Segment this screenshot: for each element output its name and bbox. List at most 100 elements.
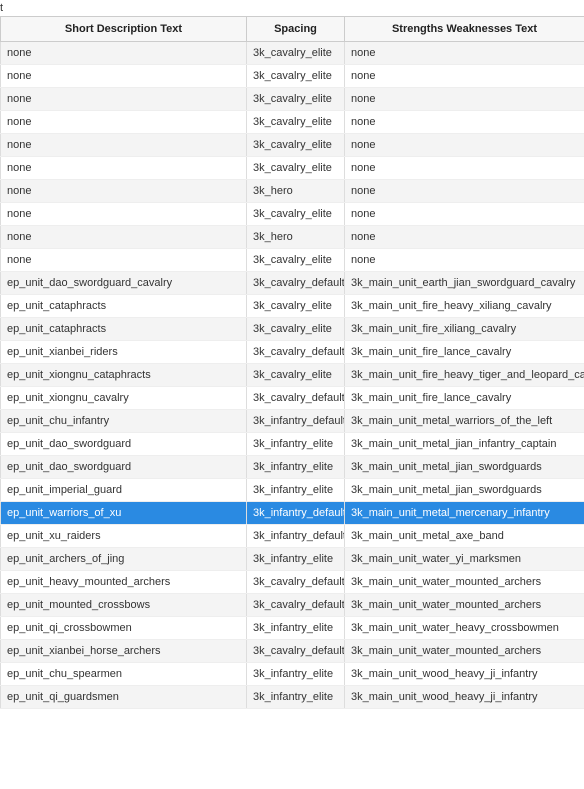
table-row[interactable]: none3k_cavalry_elitenone xyxy=(1,249,584,272)
cell-spacing[interactable]: 3k_infantry_elite xyxy=(247,456,345,479)
cell-spacing[interactable]: 3k_cavalry_elite xyxy=(247,134,345,157)
cell-spacing[interactable]: 3k_cavalry_default xyxy=(247,571,345,594)
table-row[interactable]: none3k_heronone xyxy=(1,180,584,203)
cell-spacing[interactable]: 3k_cavalry_default xyxy=(247,341,345,364)
cell-spacing[interactable]: 3k_cavalry_elite xyxy=(247,42,345,65)
cell-short-description[interactable]: ep_unit_chu_infantry xyxy=(1,410,247,433)
cell-spacing[interactable]: 3k_hero xyxy=(247,180,345,203)
table-row[interactable]: ep_unit_dao_swordguard_cavalry3k_cavalry… xyxy=(1,272,584,295)
cell-strengths-weaknesses[interactable]: none xyxy=(345,203,584,226)
cell-short-description[interactable]: ep_unit_dao_swordguard xyxy=(1,433,247,456)
cell-short-description[interactable]: none xyxy=(1,180,247,203)
cell-strengths-weaknesses[interactable]: none xyxy=(345,157,584,180)
cell-short-description[interactable]: ep_unit_xianbei_horse_archers xyxy=(1,640,247,663)
cell-spacing[interactable]: 3k_infantry_elite xyxy=(247,663,345,686)
cell-strengths-weaknesses[interactable]: 3k_main_unit_water_mounted_archers xyxy=(345,594,584,617)
cell-short-description[interactable]: ep_unit_cataphracts xyxy=(1,295,247,318)
cell-strengths-weaknesses[interactable]: none xyxy=(345,249,584,272)
table-row[interactable]: ep_unit_dao_swordguard3k_infantry_elite3… xyxy=(1,433,584,456)
cell-strengths-weaknesses[interactable]: none xyxy=(345,134,584,157)
cell-strengths-weaknesses[interactable]: 3k_main_unit_water_mounted_archers xyxy=(345,640,584,663)
cell-short-description[interactable]: ep_unit_dao_swordguard xyxy=(1,456,247,479)
cell-strengths-weaknesses[interactable]: 3k_main_unit_water_yi_marksmen xyxy=(345,548,584,571)
cell-short-description[interactable]: none xyxy=(1,203,247,226)
header-short-description[interactable]: Short Description Text xyxy=(1,17,247,42)
table-row[interactable]: ep_unit_xu_raiders3k_infantry_default3k_… xyxy=(1,525,584,548)
cell-short-description[interactable]: ep_unit_cataphracts xyxy=(1,318,247,341)
cell-spacing[interactable]: 3k_cavalry_elite xyxy=(247,318,345,341)
table-row[interactable]: none3k_cavalry_elitenone xyxy=(1,157,584,180)
table-row[interactable]: none3k_cavalry_elitenone xyxy=(1,88,584,111)
cell-spacing[interactable]: 3k_cavalry_default xyxy=(247,640,345,663)
table-row[interactable]: ep_unit_xianbei_horse_archers3k_cavalry_… xyxy=(1,640,584,663)
cell-short-description[interactable]: ep_unit_heavy_mounted_archers xyxy=(1,571,247,594)
cell-strengths-weaknesses[interactable]: 3k_main_unit_wood_heavy_ji_infantry xyxy=(345,663,584,686)
cell-spacing[interactable]: 3k_cavalry_elite xyxy=(247,203,345,226)
cell-strengths-weaknesses[interactable]: none xyxy=(345,88,584,111)
cell-short-description[interactable]: ep_unit_xiongnu_cavalry xyxy=(1,387,247,410)
data-table[interactable]: Short Description Text Spacing Strengths… xyxy=(0,16,584,709)
cell-spacing[interactable]: 3k_cavalry_elite xyxy=(247,157,345,180)
cell-spacing[interactable]: 3k_infantry_elite xyxy=(247,479,345,502)
cell-short-description[interactable]: none xyxy=(1,249,247,272)
table-row[interactable]: ep_unit_archers_of_jing3k_infantry_elite… xyxy=(1,548,584,571)
table-row[interactable]: ep_unit_qi_guardsmen3k_infantry_elite3k_… xyxy=(1,686,584,709)
table-row[interactable]: none3k_cavalry_elitenone xyxy=(1,65,584,88)
cell-strengths-weaknesses[interactable]: none xyxy=(345,65,584,88)
cell-short-description[interactable]: ep_unit_mounted_crossbows xyxy=(1,594,247,617)
cell-strengths-weaknesses[interactable]: 3k_main_unit_wood_heavy_ji_infantry xyxy=(345,686,584,709)
cell-strengths-weaknesses[interactable]: 3k_main_unit_fire_xiliang_cavalry xyxy=(345,318,584,341)
cell-short-description[interactable]: ep_unit_xu_raiders xyxy=(1,525,247,548)
cell-spacing[interactable]: 3k_cavalry_elite xyxy=(247,88,345,111)
table-row[interactable]: ep_unit_cataphracts3k_cavalry_elite3k_ma… xyxy=(1,318,584,341)
cell-short-description[interactable]: none xyxy=(1,88,247,111)
cell-short-description[interactable]: ep_unit_chu_spearmen xyxy=(1,663,247,686)
cell-spacing[interactable]: 3k_cavalry_default xyxy=(247,272,345,295)
table-row[interactable]: ep_unit_xiongnu_cavalry3k_cavalry_defaul… xyxy=(1,387,584,410)
cell-short-description[interactable]: none xyxy=(1,65,247,88)
cell-short-description[interactable]: ep_unit_xiongnu_cataphracts xyxy=(1,364,247,387)
cell-spacing[interactable]: 3k_cavalry_elite xyxy=(247,249,345,272)
cell-short-description[interactable]: none xyxy=(1,157,247,180)
cell-spacing[interactable]: 3k_hero xyxy=(247,226,345,249)
cell-strengths-weaknesses[interactable]: 3k_main_unit_metal_jian_swordguards xyxy=(345,456,584,479)
cell-strengths-weaknesses[interactable]: 3k_main_unit_metal_axe_band xyxy=(345,525,584,548)
table-row[interactable]: ep_unit_heavy_mounted_archers3k_cavalry_… xyxy=(1,571,584,594)
cell-strengths-weaknesses[interactable]: 3k_main_unit_metal_jian_infantry_captain xyxy=(345,433,584,456)
cell-strengths-weaknesses[interactable]: none xyxy=(345,42,584,65)
cell-short-description[interactable]: ep_unit_xianbei_riders xyxy=(1,341,247,364)
cell-strengths-weaknesses[interactable]: 3k_main_unit_fire_lance_cavalry xyxy=(345,341,584,364)
cell-short-description[interactable]: ep_unit_qi_guardsmen xyxy=(1,686,247,709)
cell-spacing[interactable]: 3k_cavalry_elite xyxy=(247,65,345,88)
cell-short-description[interactable]: none xyxy=(1,42,247,65)
cell-strengths-weaknesses[interactable]: 3k_main_unit_water_heavy_crossbowmen xyxy=(345,617,584,640)
cell-spacing[interactable]: 3k_cavalry_elite xyxy=(247,364,345,387)
header-spacing[interactable]: Spacing xyxy=(247,17,345,42)
cell-strengths-weaknesses[interactable]: 3k_main_unit_fire_lance_cavalry xyxy=(345,387,584,410)
table-row[interactable]: none3k_cavalry_elitenone xyxy=(1,111,584,134)
cell-strengths-weaknesses[interactable]: none xyxy=(345,111,584,134)
table-row[interactable]: ep_unit_cataphracts3k_cavalry_elite3k_ma… xyxy=(1,295,584,318)
cell-strengths-weaknesses[interactable]: none xyxy=(345,226,584,249)
cell-spacing[interactable]: 3k_infantry_elite xyxy=(247,617,345,640)
cell-strengths-weaknesses[interactable]: 3k_main_unit_fire_heavy_tiger_and_leopar… xyxy=(345,364,584,387)
table-row[interactable]: none3k_cavalry_elitenone xyxy=(1,42,584,65)
cell-spacing[interactable]: 3k_cavalry_elite xyxy=(247,111,345,134)
table-row[interactable]: ep_unit_dao_swordguard3k_infantry_elite3… xyxy=(1,456,584,479)
cell-short-description[interactable]: ep_unit_qi_crossbowmen xyxy=(1,617,247,640)
table-row[interactable]: none3k_cavalry_elitenone xyxy=(1,134,584,157)
table-row[interactable]: ep_unit_xiongnu_cataphracts3k_cavalry_el… xyxy=(1,364,584,387)
cell-short-description[interactable]: none xyxy=(1,134,247,157)
cell-spacing[interactable]: 3k_infantry_elite xyxy=(247,686,345,709)
cell-spacing[interactable]: 3k_infantry_default xyxy=(247,502,345,525)
table-row[interactable]: ep_unit_chu_spearmen3k_infantry_elite3k_… xyxy=(1,663,584,686)
cell-strengths-weaknesses[interactable]: 3k_main_unit_water_mounted_archers xyxy=(345,571,584,594)
cell-strengths-weaknesses[interactable]: 3k_main_unit_metal_warriors_of_the_left xyxy=(345,410,584,433)
cell-spacing[interactable]: 3k_cavalry_default xyxy=(247,387,345,410)
table-row[interactable]: ep_unit_imperial_guard3k_infantry_elite3… xyxy=(1,479,584,502)
table-row[interactable]: none3k_cavalry_elitenone xyxy=(1,203,584,226)
table-row[interactable]: ep_unit_chu_infantry3k_infantry_default3… xyxy=(1,410,584,433)
cell-short-description[interactable]: ep_unit_archers_of_jing xyxy=(1,548,247,571)
cell-spacing[interactable]: 3k_cavalry_default xyxy=(247,594,345,617)
table-row[interactable]: ep_unit_mounted_crossbows3k_cavalry_defa… xyxy=(1,594,584,617)
